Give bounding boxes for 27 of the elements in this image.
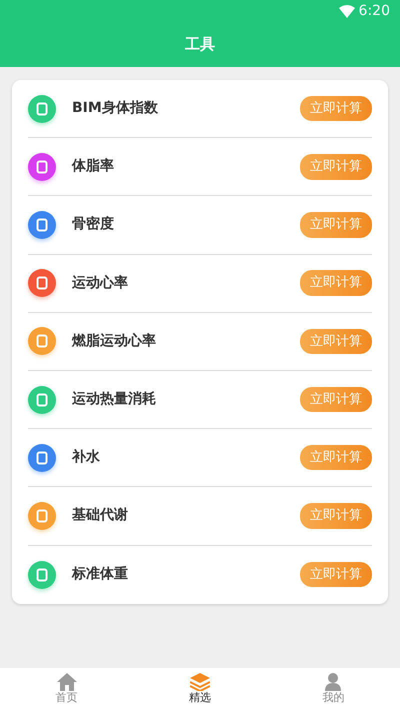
- tool-name: BIM身体指数: [72, 99, 159, 118]
- calculate-button[interactable]: 立即计算: [300, 444, 372, 470]
- person-icon: [323, 673, 344, 692]
- tool-name: 运动心率: [72, 274, 129, 293]
- calculate-button[interactable]: 立即计算: [300, 562, 372, 588]
- layers-icon: [190, 673, 210, 692]
- tab[interactable]: 首页: [56, 673, 78, 705]
- calculate-button[interactable]: 立即计算: [300, 386, 372, 412]
- calculate-button[interactable]: 立即计算: [300, 503, 372, 529]
- calculate-button[interactable]: 立即计算: [300, 154, 372, 180]
- tab[interactable]: 我的: [322, 673, 344, 705]
- tool-name: 运动热量消耗: [72, 390, 157, 410]
- tool-name: 补水: [72, 448, 101, 468]
- wifi-icon: [338, 4, 355, 18]
- tool-name: 标准体重: [72, 565, 129, 584]
- status-time: 6:20: [358, 2, 390, 20]
- tool-name: 基础代谢: [72, 506, 129, 526]
- calculate-button[interactable]: 立即计算: [300, 212, 372, 238]
- tab[interactable]: 精选: [188, 673, 211, 705]
- home-icon: [56, 673, 77, 692]
- calculate-button[interactable]: 立即计算: [300, 96, 372, 122]
- tool-name: 燃脂运动心率: [72, 332, 157, 351]
- calculate-button[interactable]: 立即计算: [300, 328, 372, 354]
- tool-name: 骨密度: [72, 214, 115, 234]
- tool-name: 体脂率: [72, 156, 115, 176]
- calculate-button[interactable]: 立即计算: [300, 270, 372, 296]
- page-title: 工具: [185, 34, 215, 56]
